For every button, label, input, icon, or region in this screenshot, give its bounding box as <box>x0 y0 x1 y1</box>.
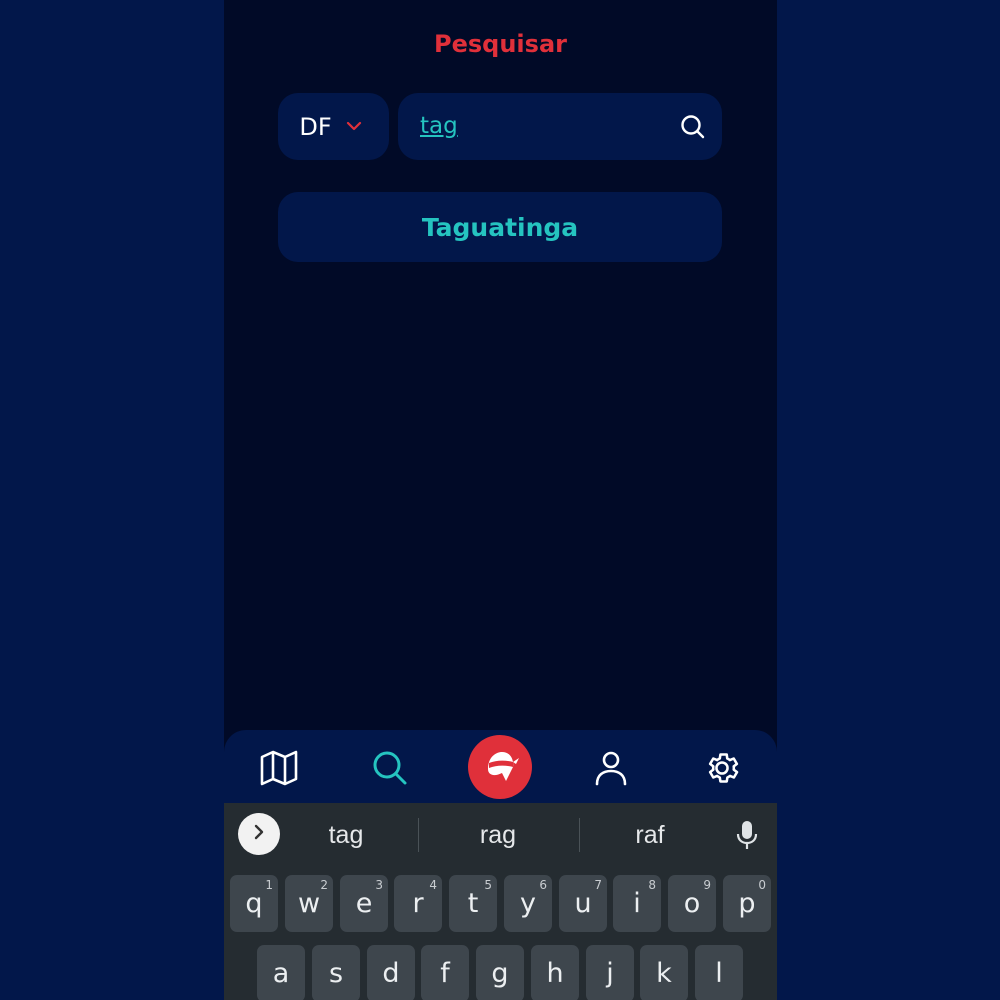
key-u[interactable]: u7 <box>559 875 607 932</box>
key-h[interactable]: h <box>531 945 579 1000</box>
search-icon[interactable] <box>370 748 410 788</box>
key-j[interactable]: j <box>586 945 634 1000</box>
key-w[interactable]: w2 <box>285 875 333 932</box>
key-l[interactable]: l <box>695 945 743 1000</box>
key-o[interactable]: o9 <box>668 875 716 932</box>
search-input[interactable]: tag <box>398 93 722 160</box>
suggestion-item[interactable]: tag <box>286 821 406 850</box>
key-y[interactable]: y6 <box>504 875 552 932</box>
key-a[interactable]: a <box>257 945 305 1000</box>
suggestion-item[interactable]: rag <box>438 821 558 850</box>
suggestion-divider <box>418 818 419 852</box>
chevron-down-icon <box>346 118 362 136</box>
app-screen: Pesquisar DF tag Taguatinga tag rag raf … <box>224 0 777 1000</box>
key-s[interactable]: s <box>312 945 360 1000</box>
key-t[interactable]: t5 <box>449 875 497 932</box>
page-title: Pesquisar <box>434 30 567 58</box>
expand-toolbar-button[interactable] <box>238 813 280 855</box>
search-query-text: tag <box>420 113 458 139</box>
key-i[interactable]: i8 <box>613 875 661 932</box>
key-e[interactable]: e3 <box>340 875 388 932</box>
gear-icon[interactable] <box>702 748 742 788</box>
key-p[interactable]: p0 <box>723 875 771 932</box>
suggestion-item[interactable]: raf <box>590 821 710 850</box>
state-select[interactable]: DF <box>278 93 389 160</box>
key-g[interactable]: g <box>476 945 524 1000</box>
key-r[interactable]: r4 <box>394 875 442 932</box>
ninja-logo-icon[interactable] <box>468 735 532 799</box>
chevron-right-icon <box>252 824 266 845</box>
state-select-value: DF <box>299 112 332 141</box>
result-item[interactable]: Taguatinga <box>278 192 722 262</box>
search-icon[interactable] <box>680 114 706 145</box>
suggestion-bar: tag rag raf <box>224 803 777 867</box>
suggestion-divider <box>579 818 580 852</box>
user-icon[interactable] <box>591 748 631 788</box>
key-d[interactable]: d <box>367 945 415 1000</box>
on-screen-keyboard: tag rag raf q1 w2 e3 r4 t5 y6 u7 i8 o9 p… <box>224 803 777 1000</box>
bottom-navigation <box>224 730 777 804</box>
microphone-icon[interactable] <box>736 820 758 855</box>
map-icon[interactable] <box>259 748 299 788</box>
key-q[interactable]: q1 <box>230 875 278 932</box>
key-f[interactable]: f <box>421 945 469 1000</box>
key-k[interactable]: k <box>640 945 688 1000</box>
